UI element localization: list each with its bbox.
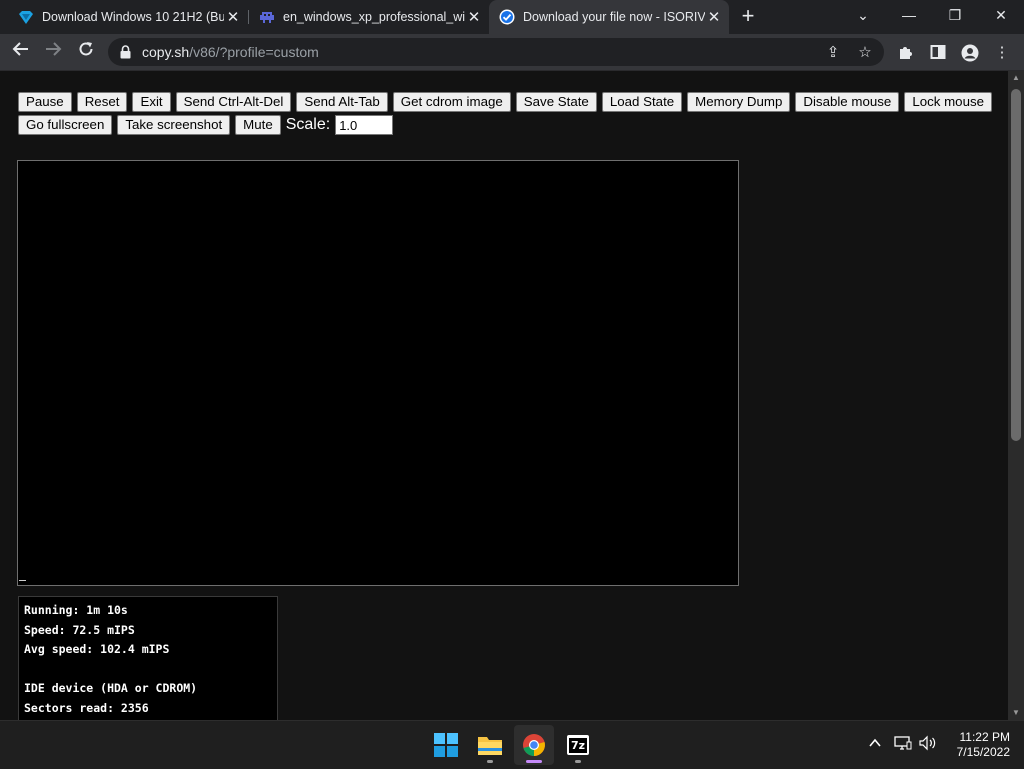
restore-icon[interactable]: ❐ [932,0,978,30]
controls-row-2: Go fullscreen Take screenshot Mute Scale… [18,115,394,135]
speaker-volume-icon[interactable] [918,735,938,755]
send-alt-tab-button[interactable]: Send Alt-Tab [296,92,388,112]
menu-kebab-icon[interactable]: ⋮ [993,44,1011,62]
back-arrow-icon[interactable] [9,40,33,64]
text-cursor [19,580,26,581]
reload-icon[interactable] [74,40,98,64]
page-scrollbar[interactable]: ▲ ▼ [1008,71,1024,720]
side-panel-icon[interactable] [929,44,947,62]
reset-button[interactable]: Reset [76,92,128,112]
ide-device-heading: IDE device (HDA or CDROM) [24,681,198,695]
close-tab-icon[interactable]: ✕ [465,8,483,26]
tab-title: Download your file now - ISORIV [523,10,705,24]
browser-toolbar: copy.sh/v86/?profile=custom ⇪ ☆ ⋮ [0,34,1024,71]
go-fullscreen-button[interactable]: Go fullscreen [18,115,113,135]
controls-row-1: Pause Reset Exit Send Ctrl-Alt-Del Send … [18,92,997,112]
file-explorer-icon[interactable] [470,725,510,765]
clock-date: 7/15/2022 [956,745,1010,759]
tab-title: en_windows_xp_professional_with [283,10,465,24]
emulator-screen[interactable] [17,160,739,586]
scroll-down-arrow-icon[interactable]: ▼ [1008,706,1024,720]
sectors-read-value: Sectors read: 2356 [24,700,149,715]
scale-label: Scale: [285,116,331,133]
scale-input[interactable] [335,115,394,135]
scrollbar-thumb[interactable] [1011,89,1021,441]
extensions-puzzle-icon[interactable] [897,44,915,62]
7zip-label: 7z [568,737,588,753]
avg-speed-value: Avg speed: 102.4 mIPS [24,642,170,656]
tab-title: Download Windows 10 21H2 (Bu [42,10,224,24]
exit-button[interactable]: Exit [132,92,171,112]
close-tab-icon[interactable]: ✕ [224,8,242,26]
bookmark-star-icon[interactable]: ☆ [856,44,874,62]
share-icon[interactable]: ⇪ [824,44,842,62]
address-bar[interactable]: copy.sh/v86/?profile=custom ⇪ ☆ [108,38,884,66]
network-icon[interactable] [893,735,913,755]
url-path: /v86/?profile=custom [189,44,319,60]
clock-time: 11:22 PM [959,730,1010,744]
pause-button[interactable]: Pause [18,92,72,112]
forward-arrow-icon[interactable] [41,40,65,64]
save-state-button[interactable]: Save State [515,92,597,112]
minimize-icon[interactable]: — [886,0,932,30]
running-indicator [487,760,493,763]
running-indicator [575,760,581,763]
close-tab-icon[interactable]: ✕ [705,8,723,26]
emulator-stats-panel: Running: 1m 10s Speed: 72.5 mIPS Avg spe… [18,596,278,720]
windows-start-icon[interactable] [426,725,466,765]
active-indicator [526,760,542,763]
take-screenshot-button[interactable]: Take screenshot [117,115,231,135]
space-invader-icon [259,9,275,25]
tab-download-your-file[interactable]: Download your file now - ISORIV ✕ [489,0,729,34]
system-clock[interactable]: 11:22 PM 7/15/2022 [940,730,1010,760]
tab-strip: Download Windows 10 21H2 (Bu ✕ en_window… [0,0,1024,34]
send-ctrl-alt-del-button[interactable]: Send Ctrl-Alt-Del [175,92,292,112]
running-time: Running: 1m 10s [24,603,128,617]
diamond-blue-icon [18,9,34,25]
close-window-icon[interactable]: ✕ [978,0,1024,30]
mute-button[interactable]: Mute [235,115,281,135]
speed-value: Speed: 72.5 mIPS [24,622,135,637]
windows-taskbar: 7z 11:22 PM 7/15/2022 [0,720,1024,769]
url-host: copy.sh [142,44,190,60]
chrome-icon[interactable] [514,725,554,765]
disable-mouse-button[interactable]: Disable mouse [795,92,900,112]
check-circle-icon [499,9,515,25]
tab-download-windows-10[interactable]: Download Windows 10 21H2 (Bu ✕ [8,0,248,34]
lock-icon[interactable] [120,45,134,59]
chevron-up-icon[interactable] [865,735,885,755]
profile-avatar-icon[interactable] [961,44,979,62]
7zip-icon[interactable]: 7z [558,725,598,765]
load-state-button[interactable]: Load State [601,92,683,112]
memory-dump-button[interactable]: Memory Dump [687,92,791,112]
v86-page: Pause Reset Exit Send Ctrl-Alt-Del Send … [0,71,1008,720]
tab-search-icon[interactable]: ⌄ [840,0,886,30]
lock-mouse-button[interactable]: Lock mouse [904,92,993,112]
get-cdrom-image-button[interactable]: Get cdrom image [392,92,511,112]
tab-en-windows-xp[interactable]: en_windows_xp_professional_with ✕ [249,0,489,34]
scroll-up-arrow-icon[interactable]: ▲ [1008,71,1024,85]
new-tab-button[interactable]: + [736,4,760,28]
